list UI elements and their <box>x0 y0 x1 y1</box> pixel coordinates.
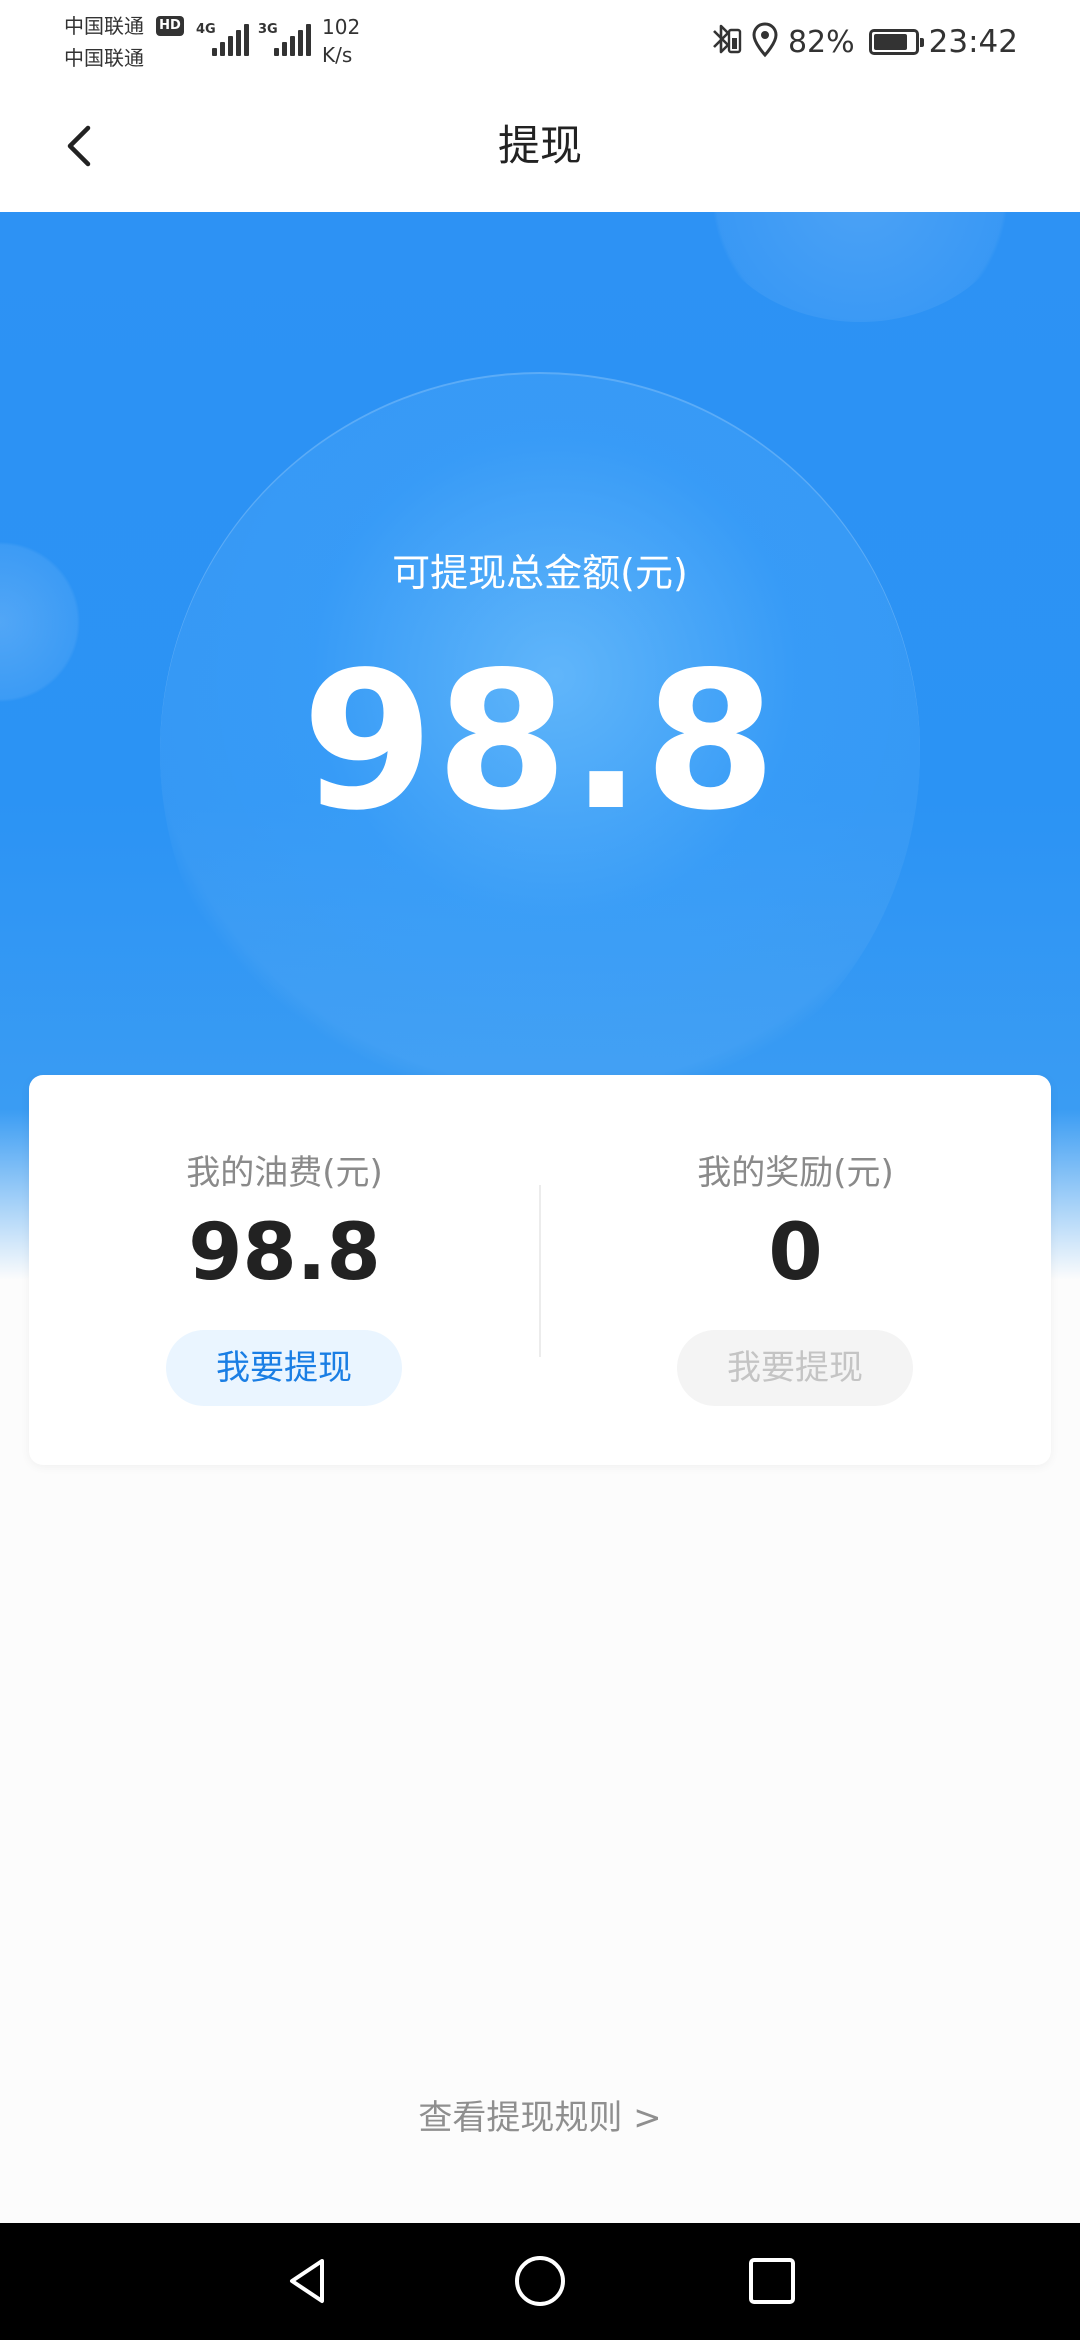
withdraw-rules-link[interactable]: 查看提现规则 > <box>0 2090 1080 2139</box>
location-icon <box>752 22 778 62</box>
title-bar: 提现 <box>0 84 1080 212</box>
net-speed-unit: K/s <box>322 43 353 67</box>
recents-square-icon <box>749 2258 795 2304</box>
decorative-bubble <box>700 212 1020 322</box>
bluetooth-icon <box>708 21 742 63</box>
withdraw-screen: 中国联通 中国联通 HD 4G 3G 102 K/s 82% 23:42 提现 … <box>0 0 1080 2340</box>
total-balance-amount: 98.8 <box>301 631 779 852</box>
clock: 23:42 <box>928 24 1018 60</box>
reward-balance-amount: 0 <box>768 1208 823 1298</box>
fuel-balance-amount: 98.8 <box>188 1208 381 1298</box>
fuel-withdraw-button[interactable]: 我要提现 <box>166 1330 402 1406</box>
signal-bars-1 <box>212 24 249 56</box>
net-speed-value: 102 <box>322 15 361 39</box>
status-bar: 中国联通 中国联通 HD 4G 3G 102 K/s 82% 23:42 <box>0 0 1080 84</box>
reward-withdraw-button[interactable]: 我要提现 <box>677 1330 913 1406</box>
page-title: 提现 <box>497 121 582 170</box>
fuel-balance-section: 我的油费(元) 98.8 我要提现 <box>29 1075 540 1465</box>
home-circle-icon <box>515 2256 565 2306</box>
nav-back-button[interactable] <box>278 2251 338 2311</box>
carrier-name-1: 中国联通 <box>64 14 144 38</box>
reward-balance-section: 我的奖励(元) 0 我要提现 <box>540 1075 1051 1465</box>
battery-percent: 82% <box>787 24 855 60</box>
fuel-balance-label: 我的油费(元) <box>186 1153 383 1193</box>
carrier-name-2: 中国联通 <box>64 46 144 70</box>
signal-bars-2 <box>274 24 311 56</box>
reward-balance-label: 我的奖励(元) <box>697 1153 894 1193</box>
balance-card: 我的油费(元) 98.8 我要提现 我的奖励(元) 0 我要提现 <box>29 1075 1051 1465</box>
battery-level-fill <box>873 34 907 50</box>
nav-home-button[interactable] <box>510 2251 570 2311</box>
hd-badge: HD <box>156 16 184 36</box>
back-triangle-icon <box>290 2259 324 2303</box>
total-balance-label: 可提现总金额(元) <box>392 551 688 595</box>
battery-icon <box>868 29 924 55</box>
status-right-group: 82% 23:42 <box>708 18 1018 66</box>
system-nav-bar <box>0 2223 1080 2340</box>
nav-recents-button[interactable] <box>742 2251 802 2311</box>
